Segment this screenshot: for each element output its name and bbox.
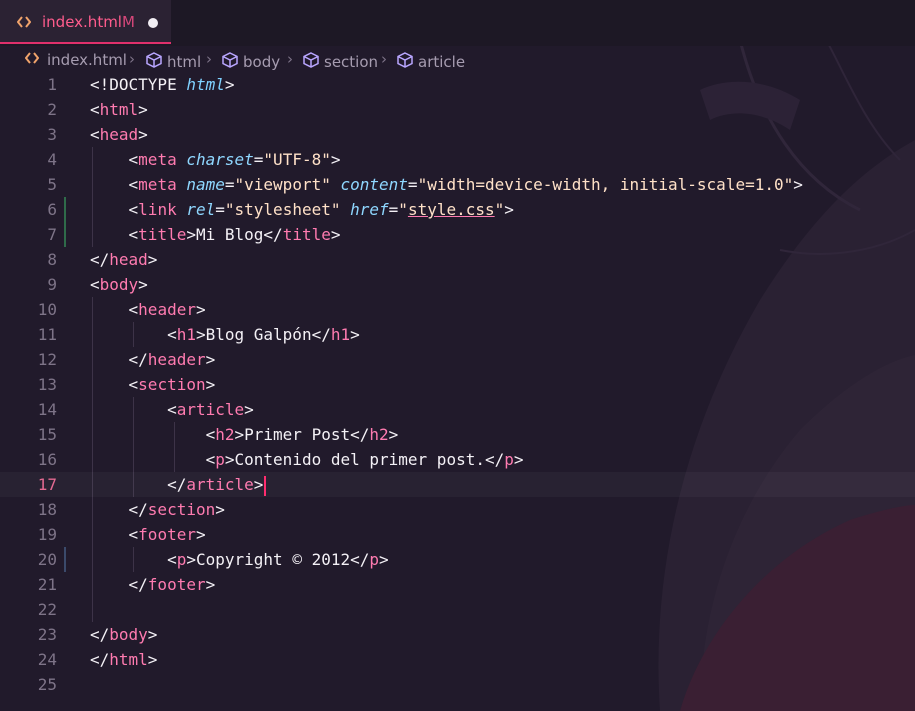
line-number[interactable]: 4	[7, 147, 57, 172]
chevron-right-icon: ›	[287, 50, 293, 68]
line-number[interactable]: 22	[7, 597, 57, 622]
code-line: 7 <title>Mi Blog</title>	[0, 222, 915, 247]
line-number[interactable]: 21	[7, 572, 57, 597]
unsaved-dot-icon[interactable]	[148, 18, 158, 28]
text-cursor	[264, 475, 267, 496]
cube-icon	[145, 51, 163, 73]
cube-icon	[396, 51, 414, 73]
code-line: 22	[0, 597, 915, 622]
code-brackets-icon	[16, 14, 32, 33]
line-number[interactable]: 2	[7, 97, 57, 122]
line-number[interactable]: 20	[7, 547, 57, 572]
code-line: 10 <header>	[0, 297, 915, 322]
code-line: 3 <head>	[0, 122, 915, 147]
line-number[interactable]: 16	[7, 447, 57, 472]
code-line: 1 <!DOCTYPE html>	[0, 72, 915, 97]
code-line: 13 <section>	[0, 372, 915, 397]
line-number[interactable]: 17	[7, 472, 57, 497]
line-number[interactable]: 12	[7, 347, 57, 372]
line-number[interactable]: 5	[7, 172, 57, 197]
chevron-right-icon: ›	[381, 50, 387, 68]
line-number[interactable]: 25	[7, 672, 57, 697]
line-number[interactable]: 13	[7, 372, 57, 397]
code-line: 23 </body>	[0, 622, 915, 647]
chevron-right-icon: ›	[129, 50, 135, 68]
line-number[interactable]: 11	[7, 322, 57, 347]
breadcrumb-item-article[interactable]: article	[396, 51, 465, 73]
code-line: 20 <p>Copyright © 2012</p>	[0, 547, 915, 572]
code-line: 25	[0, 672, 915, 697]
line-number[interactable]: 3	[7, 122, 57, 147]
line-number[interactable]: 18	[7, 497, 57, 522]
code-line: 9 <body>	[0, 272, 915, 297]
code-line: 21 </footer>	[0, 572, 915, 597]
breadcrumb-item-body[interactable]: body	[221, 51, 280, 73]
line-number[interactable]: 24	[7, 647, 57, 672]
code-line: 16 <p>Contenido del primer post.</p>	[0, 447, 915, 472]
chevron-right-icon: ›	[206, 50, 212, 68]
breadcrumb-item-html[interactable]: html	[145, 51, 201, 73]
code-brackets-icon	[24, 51, 40, 69]
line-number[interactable]: 6	[7, 197, 57, 222]
breadcrumb-item-file[interactable]: index.html	[24, 51, 127, 69]
line-number[interactable]: 10	[7, 297, 57, 322]
code-line: 15 <h2>Primer Post</h2>	[0, 422, 915, 447]
code-line: 12 </header>	[0, 347, 915, 372]
code-line: 24 </html>	[0, 647, 915, 672]
breadcrumb-item-section[interactable]: section	[302, 51, 378, 73]
code-line: 5 <meta name="viewport" content="width=d…	[0, 172, 915, 197]
code-line: 8 </head>	[0, 247, 915, 272]
cube-icon	[221, 51, 239, 73]
line-number[interactable]: 1	[7, 72, 57, 97]
code-line: 18 </section>	[0, 497, 915, 522]
line-number[interactable]: 9	[7, 272, 57, 297]
line-number[interactable]: 7	[7, 222, 57, 247]
stylesheet-link[interactable]: style.css	[408, 200, 495, 219]
code-line: 4 <meta charset="UTF-8">	[0, 147, 915, 172]
cube-icon	[302, 51, 320, 73]
code-line: 14 <article>	[0, 397, 915, 422]
code-line: 11 <h1>Blog Galpón</h1>	[0, 322, 915, 347]
code-editor[interactable]: 1 <!DOCTYPE html> 2 <html> 3 <head> 4 <m…	[0, 72, 915, 711]
code-line: 19 <footer>	[0, 522, 915, 547]
line-number[interactable]: 8	[7, 247, 57, 272]
line-number[interactable]: 15	[7, 422, 57, 447]
tab-modified-badge: M	[122, 13, 135, 31]
tab-bar: index.html M	[0, 0, 915, 46]
tab-index-html[interactable]: index.html M	[0, 0, 171, 44]
breadcrumb: index.html › html › body › section › art…	[0, 46, 915, 74]
line-number[interactable]: 23	[7, 622, 57, 647]
code-line: 2 <html>	[0, 97, 915, 122]
code-line-active: 17 </article>	[0, 472, 915, 497]
line-number[interactable]: 14	[7, 397, 57, 422]
line-number[interactable]: 19	[7, 522, 57, 547]
code-line: 6 <link rel="stylesheet" href="style.css…	[0, 197, 915, 222]
tab-filename: index.html	[42, 13, 122, 31]
